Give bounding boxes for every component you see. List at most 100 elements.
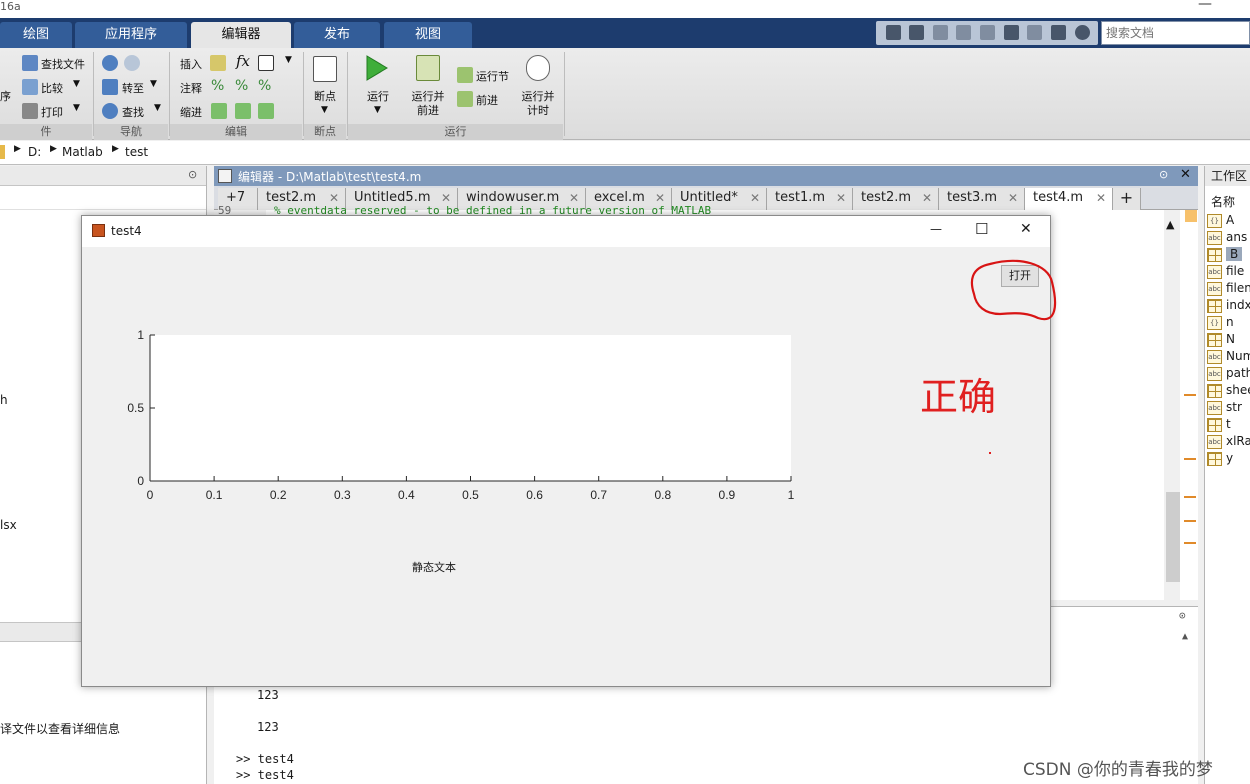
warning-marker[interactable] bbox=[1184, 394, 1196, 396]
breadcrumb-test[interactable]: test bbox=[125, 145, 148, 159]
save-label-fragment[interactable]: 序 bbox=[0, 88, 11, 104]
editor-tab-label: Untitled5.m bbox=[354, 190, 431, 205]
editor-tab-active[interactable]: test4.m ✕ bbox=[1025, 188, 1113, 210]
figure-maximize-button[interactable]: ☐ bbox=[975, 220, 988, 238]
new-icon[interactable] bbox=[886, 25, 901, 40]
figure-close-button[interactable]: ✕ bbox=[1020, 221, 1032, 237]
y-tick-label: 0.5 bbox=[127, 401, 144, 415]
run-icon[interactable] bbox=[365, 55, 389, 81]
tab-apps[interactable]: 应用程序 bbox=[75, 22, 187, 48]
close-tab-icon[interactable]: ✕ bbox=[1096, 188, 1106, 208]
minimize-button[interactable]: — bbox=[1198, 0, 1212, 12]
paste-icon[interactable] bbox=[980, 25, 995, 40]
tab-plots[interactable]: 绘图 bbox=[0, 22, 72, 48]
save-icon[interactable] bbox=[909, 25, 924, 40]
tab-editor[interactable]: 编辑器 bbox=[191, 22, 291, 48]
editor-tab-label: windowuser.m bbox=[466, 190, 560, 205]
uncomment-icon[interactable]: % bbox=[235, 78, 248, 94]
run-and-advance-icon[interactable] bbox=[416, 55, 440, 81]
close-tab-icon[interactable]: ✕ bbox=[922, 188, 932, 208]
run-button[interactable]: 运行 bbox=[360, 90, 396, 104]
warning-marker[interactable] bbox=[1184, 458, 1196, 460]
warning-marker[interactable] bbox=[1184, 542, 1196, 544]
tab-publish[interactable]: 发布 bbox=[294, 22, 380, 48]
close-tab-icon[interactable]: ✕ bbox=[750, 188, 760, 208]
print-button[interactable]: 打印 bbox=[41, 104, 63, 120]
scroll-up-icon[interactable]: ▲ bbox=[1182, 631, 1188, 642]
run-and-time-button[interactable]: 运行并 计时 bbox=[515, 90, 561, 118]
run-and-time-icon[interactable] bbox=[526, 55, 550, 81]
warning-marker[interactable] bbox=[1184, 520, 1196, 522]
x-tick-label: 0.7 bbox=[590, 488, 607, 502]
insert-section-icon[interactable] bbox=[210, 55, 226, 71]
ribbon-separator bbox=[564, 52, 565, 136]
group-label-run: 运行 bbox=[348, 124, 563, 140]
variable-abc-icon: abc bbox=[1207, 265, 1222, 279]
breadcrumb-drive[interactable]: D: bbox=[28, 145, 41, 159]
copy-icon[interactable] bbox=[956, 25, 971, 40]
close-tab-icon[interactable]: ✕ bbox=[836, 188, 846, 208]
variable-grid-icon bbox=[1207, 299, 1222, 313]
breakpoints-button[interactable]: 断点 bbox=[306, 90, 344, 104]
add-tab-button[interactable]: + bbox=[1113, 188, 1141, 210]
goto-button[interactable]: 转至 bbox=[122, 80, 144, 96]
insert-dropdown-icon[interactable]: ▼ bbox=[285, 55, 292, 65]
compare-button[interactable]: 比较 bbox=[41, 80, 63, 96]
warning-marker[interactable] bbox=[1184, 496, 1196, 498]
goto-dropdown-icon[interactable]: ▼ bbox=[150, 79, 157, 89]
run-and-advance-button[interactable]: 运行并 前进 bbox=[405, 90, 451, 118]
print-dropdown-icon[interactable]: ▼ bbox=[73, 103, 80, 113]
advance-button[interactable]: 前进 bbox=[476, 92, 498, 108]
insert-function-button[interactable]: fx bbox=[236, 52, 250, 70]
run-section-icon bbox=[457, 67, 473, 83]
panel-menu-icon[interactable]: ⊙ bbox=[188, 168, 197, 181]
tab-view[interactable]: 视图 bbox=[384, 22, 472, 48]
workspace-name-column[interactable]: 名称 bbox=[1211, 193, 1235, 210]
editor-close-icon[interactable]: ✕ bbox=[1180, 167, 1191, 182]
find-files-button[interactable]: 查找文件 bbox=[41, 56, 85, 72]
smart-indent-icon[interactable] bbox=[211, 103, 227, 119]
file-row-fragment[interactable]: lsx bbox=[0, 518, 17, 532]
cut-icon[interactable] bbox=[933, 25, 948, 40]
ribbon-tab-strip: 绘图 应用程序 编辑器 发布 视图 bbox=[0, 18, 1250, 48]
breadcrumb-separator-icon: ▶ bbox=[14, 144, 21, 154]
x-tick-label: 1 bbox=[788, 488, 795, 502]
scrollbar-thumb[interactable] bbox=[1166, 492, 1180, 582]
editor-menu-icon[interactable]: ⊙ bbox=[1159, 168, 1168, 181]
breadcrumb-separator-icon: ▶ bbox=[112, 144, 119, 154]
variable-abc-icon: abc bbox=[1207, 231, 1222, 245]
y-tick-label: 1 bbox=[137, 328, 144, 342]
redo-icon[interactable] bbox=[1027, 25, 1042, 40]
search-documentation-input[interactable] bbox=[1101, 21, 1250, 45]
breakpoints-icon[interactable] bbox=[313, 56, 337, 82]
wrap-comment-icon[interactable]: % bbox=[258, 78, 271, 94]
editor-tab[interactable]: test2.m ✕ bbox=[853, 188, 939, 210]
variable-abc-icon: abc bbox=[1207, 350, 1222, 364]
editor-tab[interactable]: test3.m ✕ bbox=[939, 188, 1025, 210]
increase-indent-icon[interactable] bbox=[235, 103, 251, 119]
decrease-indent-icon[interactable] bbox=[258, 103, 274, 119]
file-row-fragment[interactable]: h bbox=[0, 393, 8, 407]
switch-windows-icon[interactable] bbox=[1051, 25, 1066, 40]
editor-tab-label: test2.m bbox=[266, 190, 317, 205]
undo-icon[interactable] bbox=[1004, 25, 1019, 40]
help-icon[interactable] bbox=[1075, 25, 1090, 40]
find-dropdown-icon[interactable]: ▼ bbox=[154, 103, 161, 113]
insert-function-template-icon[interactable] bbox=[258, 55, 274, 71]
breakpoints-dropdown-icon[interactable]: ▼ bbox=[321, 105, 328, 115]
scroll-up-icon[interactable]: ▲ bbox=[1166, 218, 1174, 231]
command-window-menu-icon[interactable]: ⊙ bbox=[1179, 609, 1186, 622]
compare-dropdown-icon[interactable]: ▼ bbox=[73, 79, 80, 89]
run-section-button[interactable]: 运行节 bbox=[476, 68, 509, 84]
breadcrumb-matlab[interactable]: Matlab bbox=[62, 145, 103, 159]
forward-arrow-icon[interactable] bbox=[124, 55, 140, 71]
editor-tab[interactable]: test1.m ✕ bbox=[767, 188, 853, 210]
close-tab-icon[interactable]: ✕ bbox=[1008, 188, 1018, 208]
back-arrow-icon[interactable] bbox=[102, 55, 118, 71]
run-dropdown-icon[interactable]: ▼ bbox=[374, 105, 381, 115]
figure-minimize-button[interactable]: — bbox=[930, 222, 942, 236]
group-label-edit: 编辑 bbox=[170, 124, 302, 140]
output-line: 123 bbox=[257, 688, 279, 702]
comment-icon[interactable]: % bbox=[211, 78, 224, 94]
find-button[interactable]: 查找 bbox=[122, 104, 144, 120]
